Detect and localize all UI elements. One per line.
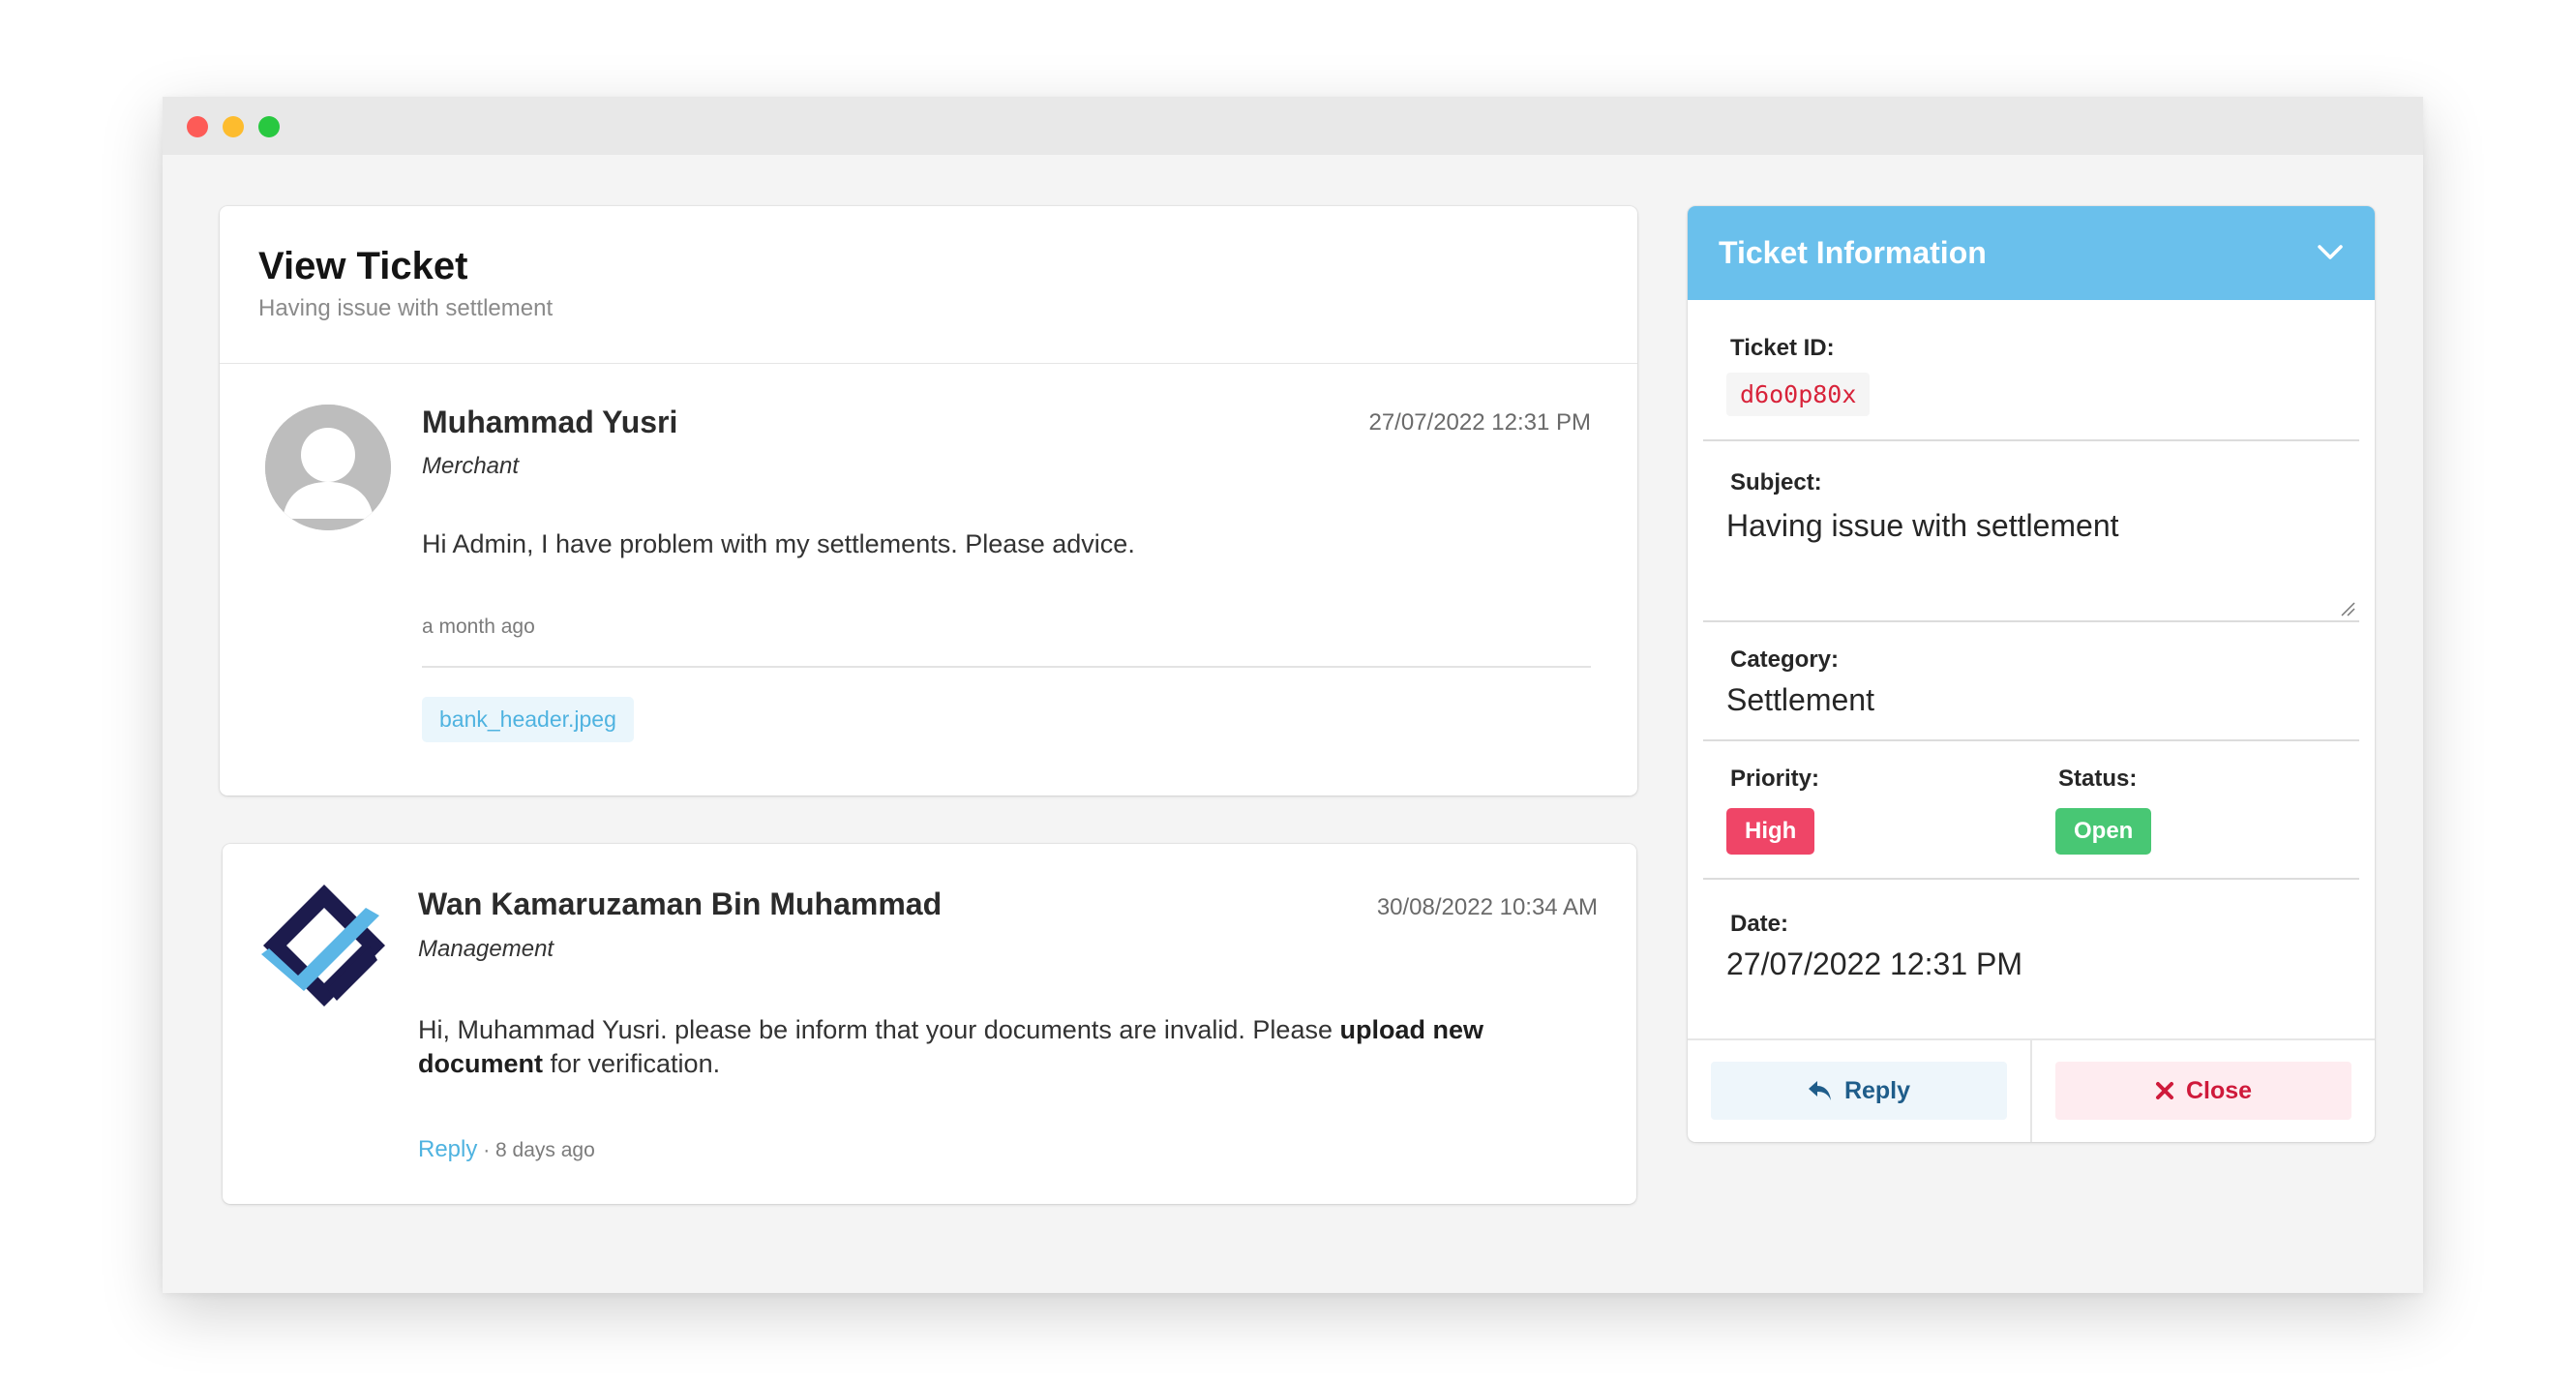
maximize-window-button[interactable] — [258, 116, 280, 137]
date-value: 27/07/2022 12:31 PM — [1726, 946, 2023, 981]
divider — [1703, 739, 2359, 741]
divider — [1703, 439, 2359, 441]
ticket-id-value: d6o0p80x — [1726, 373, 1871, 416]
user-avatar-icon — [265, 405, 391, 530]
ticket-info-header[interactable]: Ticket Information — [1688, 206, 2375, 300]
footer-column-divider — [2030, 1040, 2032, 1142]
subject-textarea[interactable]: Having issue with settlement — [1726, 508, 2119, 544]
message-meta: Reply · 8 days ago — [418, 1136, 595, 1163]
company-logo-icon — [261, 883, 387, 1008]
page-title: View Ticket — [258, 245, 468, 287]
page-subtitle: Having issue with settlement — [258, 295, 554, 321]
ticket-info-panel: Ticket Information Ticket ID: d6o0p80x S… — [1688, 206, 2375, 1142]
reply-button[interactable]: Reply — [1711, 1062, 2007, 1120]
reply-button-label: Reply — [1843, 1076, 1911, 1104]
message-date: 30/08/2022 10:34 AM — [1376, 894, 1598, 920]
ticket-thread-card: View Ticket Having issue with settlement… — [220, 206, 1637, 796]
category-value: Settlement — [1726, 682, 1874, 717]
reply-arrow-icon — [1808, 1081, 1831, 1100]
divider — [1703, 620, 2359, 622]
message-author-role: Management — [418, 936, 554, 962]
message-author-role: Merchant — [422, 453, 520, 479]
message-relative-time: a month ago — [422, 616, 535, 638]
minimize-window-button[interactable] — [223, 116, 244, 137]
message-date: 27/07/2022 12:31 PM — [1368, 409, 1591, 436]
reply-message-card: Wan Kamaruzaman Bin Muhammad Management … — [223, 844, 1636, 1204]
divider — [1703, 878, 2359, 880]
message-body: Hi Admin, I have problem with my settlem… — [422, 529, 1135, 558]
meta-separator: · — [483, 1139, 491, 1161]
app-window: View Ticket Having issue with settlement… — [163, 97, 2423, 1293]
message-relative-time: 8 days ago — [495, 1139, 595, 1161]
message-divider — [422, 666, 1591, 668]
message-author: Muhammad Yusri — [422, 405, 678, 439]
status-badge: Open — [2055, 808, 2152, 855]
subject-label: Subject: — [1730, 469, 1822, 496]
category-label: Category: — [1730, 646, 1840, 673]
message-body: Hi, Muhammad Yusri. please be inform tha… — [418, 1013, 1589, 1081]
close-window-button[interactable] — [187, 116, 208, 137]
message-author: Wan Kamaruzaman Bin Muhammad — [418, 886, 943, 921]
ticket-id-label: Ticket ID: — [1730, 335, 1835, 361]
chevron-down-icon[interactable] — [2315, 237, 2346, 268]
reply-link[interactable]: Reply — [418, 1136, 477, 1162]
x-icon — [2155, 1082, 2173, 1099]
message-body-text-end: for verification. — [543, 1049, 721, 1078]
date-label: Date: — [1730, 911, 1789, 937]
status-label: Status: — [2058, 766, 2138, 792]
priority-badge: High — [1726, 808, 1815, 855]
attachment-link[interactable]: bank_header.jpeg — [422, 697, 634, 742]
ticket-header: View Ticket Having issue with settlement — [220, 206, 1637, 364]
window-titlebar — [163, 97, 2423, 155]
ticket-info-title: Ticket Information — [1719, 235, 1987, 270]
resize-handle-icon[interactable] — [2339, 600, 2356, 617]
close-ticket-button[interactable]: Close — [2055, 1062, 2351, 1120]
message-body-text: Hi, Muhammad Yusri. please be inform tha… — [418, 1015, 1340, 1044]
priority-label: Priority: — [1730, 766, 1820, 792]
close-button-label: Close — [2185, 1076, 2253, 1104]
